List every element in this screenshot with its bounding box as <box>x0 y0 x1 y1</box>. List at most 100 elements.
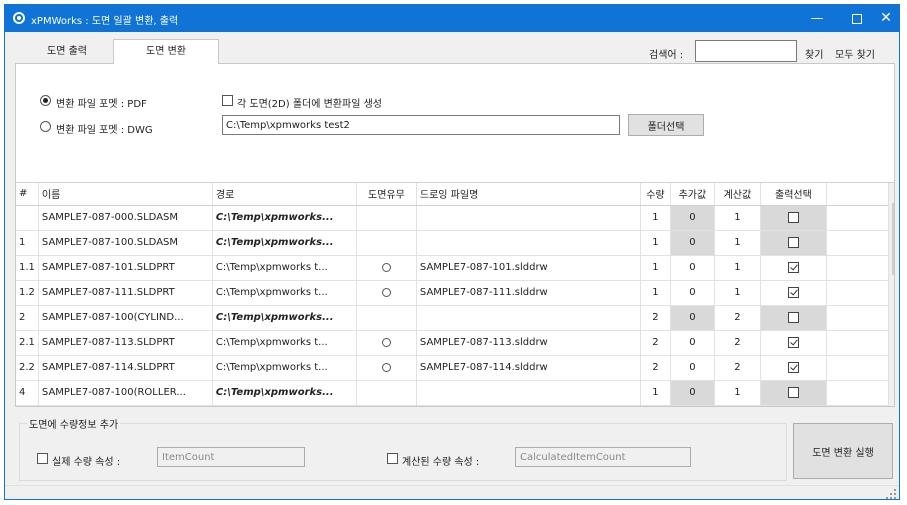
find-button[interactable]: 찾기 <box>805 46 823 61</box>
table-row[interactable]: 1 SAMPLE7-087-100.SLDASM C:\Temp\xpmworks.… <box>16 230 889 256</box>
column-header-calc-value[interactable]: 계산값 <box>714 183 761 206</box>
resize-grip-icon[interactable] <box>886 489 896 499</box>
row-print-select[interactable] <box>760 205 827 231</box>
print-select-checkbox[interactable] <box>787 311 799 323</box>
row-filler <box>826 355 889 381</box>
tab-drawing-print[interactable]: 도면 출력 <box>23 41 111 63</box>
search-input[interactable] <box>695 40 797 62</box>
row-print-select[interactable] <box>760 230 827 256</box>
grid-header-row: # 이름 경로 도면유무 드로잉 파일명 수량 추가값 계산값 출력선택 <box>16 183 889 206</box>
actual-qty-property-input[interactable] <box>157 447 305 467</box>
row-filler <box>826 305 889 331</box>
print-select-checkbox[interactable] <box>787 386 799 398</box>
row-add-value[interactable]: 0 <box>670 205 715 231</box>
row-calc-value: 1 <box>714 280 761 306</box>
column-header-path[interactable]: 경로 <box>212 183 357 206</box>
actual-qty-checkbox[interactable] <box>37 453 48 464</box>
print-select-checkbox[interactable] <box>787 211 799 223</box>
per-folder-checkbox[interactable] <box>222 95 233 106</box>
format-dwg-radio[interactable] <box>40 121 51 132</box>
row-print-select[interactable] <box>760 355 827 381</box>
table-row[interactable]: 2.1 SAMPLE7-087-113.SLDPRT C:\Temp\xpmwork… <box>16 330 889 356</box>
row-print-select[interactable] <box>760 280 827 306</box>
row-add-value[interactable]: 0 <box>670 330 715 356</box>
column-header-no[interactable]: # <box>16 183 39 206</box>
row-calc-value: 2 <box>714 330 761 356</box>
print-select-checkbox[interactable] <box>787 236 799 248</box>
row-drawing-file: SAMPLE7-087-113.slddrw <box>416 330 641 356</box>
find-all-button[interactable]: 모두 찾기 <box>835 46 875 61</box>
table-row[interactable]: 2.2 SAMPLE7-087-114.SLDPRT C:\Temp\xpmwork… <box>16 355 889 381</box>
print-select-checkbox[interactable] <box>787 286 799 298</box>
select-folder-button[interactable]: 폴더선택 <box>628 114 704 136</box>
grid-vertical-scrollbar[interactable]: ▲ ▼ <box>888 183 894 406</box>
table-row[interactable]: 1.2 SAMPLE7-087-111.SLDPRT C:\Temp\xpmwork… <box>16 280 889 306</box>
part-grid: # 이름 경로 도면유무 드로잉 파일명 수량 추가값 계산값 출력선택 SAMPLE7-087… <box>16 182 894 406</box>
row-drawing-file: SAMPLE7-087-101.slddrw <box>416 255 641 281</box>
convert-tab-panel: 변환 파일 포멧 : PDF 각 도면(2D) 폴더에 변환파일 생성 변환 파… <box>15 63 895 407</box>
row-has-drawing <box>356 380 417 406</box>
row-number: 1.1 <box>16 255 39 281</box>
row-print-select[interactable] <box>760 305 827 331</box>
scroll-down-arrow-icon[interactable]: ▼ <box>889 389 895 405</box>
row-print-select[interactable] <box>760 380 827 406</box>
row-number: 2.1 <box>16 330 39 356</box>
row-add-value[interactable]: 0 <box>670 355 715 381</box>
column-header-qty[interactable]: 수량 <box>640 183 671 206</box>
row-add-value[interactable]: 0 <box>670 255 715 281</box>
row-print-select[interactable] <box>760 330 827 356</box>
actual-qty-label: 실제 수량 속성 : <box>52 457 121 468</box>
column-header-name[interactable]: 이름 <box>38 183 213 206</box>
row-add-value[interactable]: 0 <box>670 280 715 306</box>
row-path: C:\Temp\xpmworks... <box>212 230 357 256</box>
row-add-value[interactable]: 0 <box>670 230 715 256</box>
row-filler <box>826 280 889 306</box>
row-calc-value: 1 <box>714 230 761 256</box>
table-row[interactable]: 4 SAMPLE7-087-100(ROLLER... C:\Temp\xpmwor… <box>16 380 889 406</box>
row-number: 1.2 <box>16 280 39 306</box>
row-path: C:\Temp\xpmworks... <box>212 205 357 231</box>
row-name: SAMPLE7-087-100(CYLIND... <box>38 305 213 331</box>
table-row[interactable]: SAMPLE7-087-000.SLDASM C:\Temp\xpmworks..… <box>16 205 889 231</box>
title-bar[interactable]: xPMWorks : 도면 일괄 변환, 출력 — ✕ <box>5 5 899 32</box>
table-row[interactable]: 1.1 SAMPLE7-087-101.SLDPRT C:\Temp\xpmwork… <box>16 255 889 281</box>
print-select-checkbox[interactable] <box>787 261 799 273</box>
row-filler <box>826 255 889 281</box>
scroll-up-arrow-icon[interactable]: ▲ <box>889 185 895 201</box>
format-pdf-label: 변환 파일 포멧 : PDF <box>56 99 147 110</box>
table-row[interactable]: 2 SAMPLE7-087-100(CYLIND... C:\Temp\xpmwor… <box>16 305 889 331</box>
row-qty: 2 <box>640 330 671 356</box>
row-number: 2 <box>16 305 39 331</box>
row-qty: 1 <box>640 280 671 306</box>
row-print-select[interactable] <box>760 255 827 281</box>
row-drawing-file <box>416 230 641 256</box>
column-header-has-drawing[interactable]: 도면유무 <box>356 183 417 206</box>
calc-qty-property-input[interactable] <box>515 447 691 467</box>
row-filler <box>826 205 889 231</box>
calc-qty-checkbox[interactable] <box>387 453 398 464</box>
close-button[interactable]: ✕ <box>871 5 899 32</box>
minimize-button[interactable]: — <box>797 5 837 32</box>
column-header-drawing-file[interactable]: 드로잉 파일명 <box>416 183 641 206</box>
row-filler <box>826 330 889 356</box>
tab-drawing-convert[interactable]: 도면 변환 <box>113 39 219 64</box>
row-calc-value: 2 <box>714 305 761 331</box>
column-header-print-select[interactable]: 출력선택 <box>760 183 827 206</box>
row-has-drawing <box>356 205 417 231</box>
row-name: SAMPLE7-087-101.SLDPRT <box>38 255 213 281</box>
row-number: 4 <box>16 380 39 406</box>
row-calc-value: 1 <box>714 380 761 406</box>
run-convert-button[interactable]: 도면 변환 실행 <box>793 423 893 479</box>
format-pdf-radio[interactable] <box>40 95 51 106</box>
row-path: C:\Temp\xpmworks t... <box>212 255 357 281</box>
row-has-drawing <box>356 330 417 356</box>
row-drawing-file <box>416 380 641 406</box>
print-select-checkbox[interactable] <box>787 361 799 373</box>
column-header-add-value[interactable]: 추가값 <box>670 183 715 206</box>
row-has-drawing <box>356 255 417 281</box>
row-add-value[interactable]: 0 <box>670 305 715 331</box>
row-add-value[interactable]: 0 <box>670 380 715 406</box>
output-folder-input[interactable] <box>222 115 620 135</box>
scroll-thumb[interactable] <box>892 203 894 275</box>
print-select-checkbox[interactable] <box>787 336 799 348</box>
